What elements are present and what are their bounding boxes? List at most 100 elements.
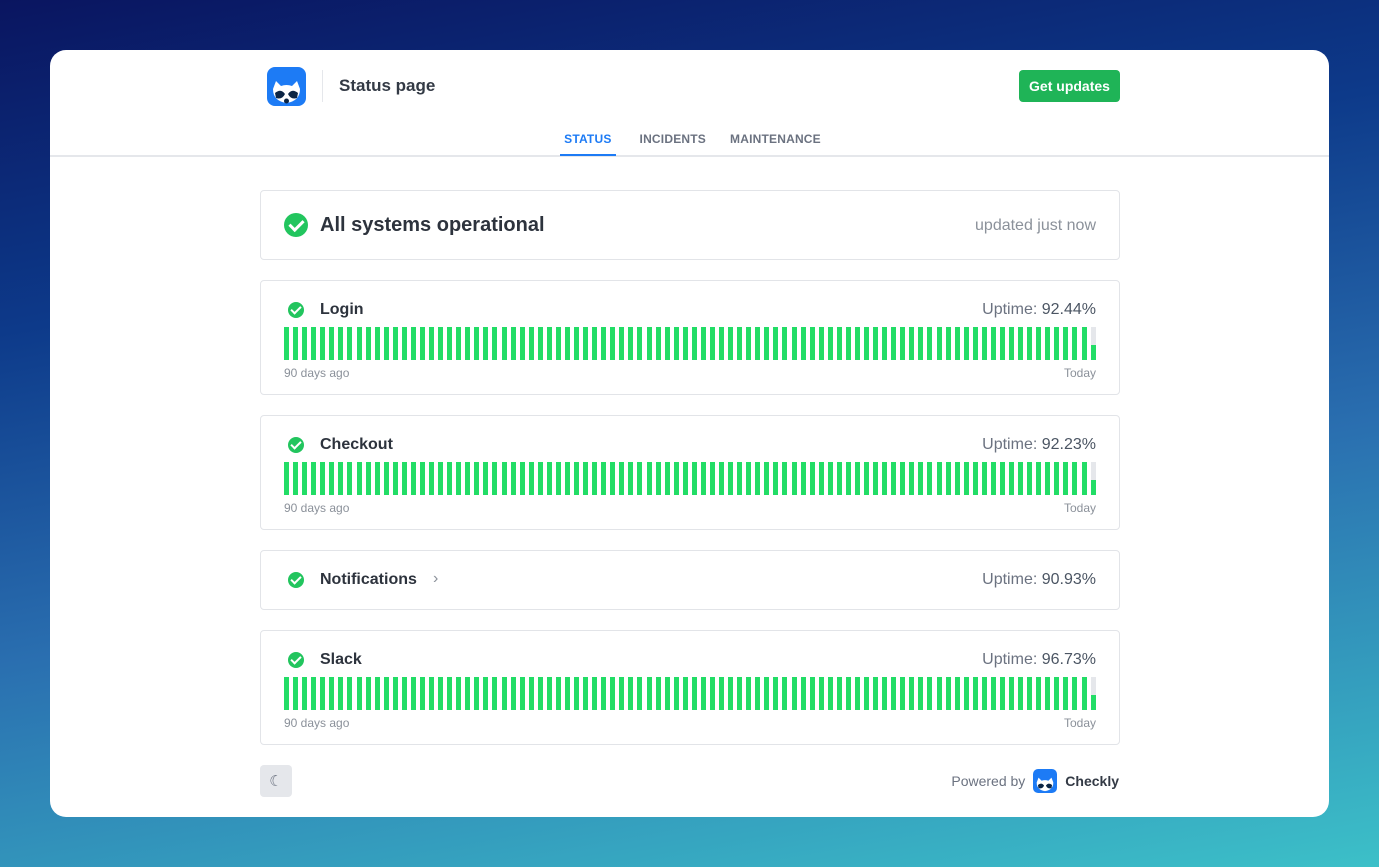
uptime-day-bar[interactable] (429, 677, 434, 710)
uptime-day-bar[interactable] (972, 462, 978, 495)
uptime-day-bar[interactable] (936, 677, 942, 710)
uptime-day-bar[interactable] (320, 327, 326, 360)
uptime-day-bar[interactable] (619, 462, 625, 495)
uptime-day-bar[interactable] (755, 327, 761, 360)
uptime-day-bar[interactable] (1009, 462, 1014, 495)
uptime-day-bar[interactable] (981, 677, 987, 710)
uptime-day-bar[interactable] (891, 677, 897, 710)
uptime-day-bar[interactable] (646, 462, 652, 495)
uptime-day-bar[interactable] (419, 677, 425, 710)
uptime-day-bar[interactable] (356, 462, 362, 495)
uptime-day-bar[interactable] (963, 677, 969, 710)
uptime-day-bar[interactable] (782, 327, 788, 360)
uptime-day-bar[interactable] (465, 327, 471, 360)
uptime-day-bar[interactable] (945, 462, 951, 495)
chevron-right-icon[interactable]: › (433, 570, 438, 588)
uptime-day-bar[interactable] (963, 462, 969, 495)
uptime-day-bar[interactable] (1090, 677, 1096, 710)
uptime-day-bar[interactable] (1018, 462, 1024, 495)
uptime-day-bar[interactable] (800, 677, 806, 710)
uptime-day-bar[interactable] (873, 677, 879, 710)
uptime-day-bar[interactable] (438, 462, 444, 495)
uptime-day-bar[interactable] (728, 677, 734, 710)
uptime-day-bar[interactable] (474, 327, 480, 360)
uptime-day-bar[interactable] (746, 677, 752, 710)
uptime-day-bar[interactable] (628, 677, 634, 710)
uptime-day-bar[interactable] (347, 462, 353, 495)
uptime-day-bar[interactable] (1027, 462, 1033, 495)
uptime-day-bar[interactable] (637, 677, 643, 710)
uptime-day-bar[interactable] (329, 462, 335, 495)
uptime-day-bar[interactable] (1045, 462, 1051, 495)
uptime-day-bar[interactable] (646, 327, 652, 360)
uptime-day-bar[interactable] (854, 462, 860, 495)
uptime-day-bar[interactable] (864, 677, 869, 710)
uptime-day-bar[interactable] (882, 327, 888, 360)
uptime-day-bar[interactable] (583, 462, 589, 495)
uptime-day-bar[interactable] (791, 677, 797, 710)
uptime-day-bar[interactable] (864, 462, 869, 495)
uptime-day-bar[interactable] (1090, 327, 1096, 360)
uptime-day-bar[interactable] (954, 677, 960, 710)
uptime-day-bar[interactable] (764, 677, 770, 710)
uptime-day-bar[interactable] (546, 462, 552, 495)
uptime-day-bar[interactable] (918, 677, 924, 710)
uptime-day-bar[interactable] (773, 677, 779, 710)
uptime-day-bar[interactable] (510, 677, 516, 710)
uptime-day-bar[interactable] (655, 327, 661, 360)
uptime-day-bar[interactable] (492, 677, 498, 710)
uptime-day-bar[interactable] (1072, 462, 1078, 495)
uptime-day-bar[interactable] (546, 677, 552, 710)
uptime-day-bar[interactable] (537, 462, 543, 495)
theme-toggle-button[interactable]: ☾ (260, 765, 292, 797)
uptime-day-bar[interactable] (646, 677, 652, 710)
uptime-day-bar[interactable] (782, 462, 788, 495)
uptime-day-bar[interactable] (882, 677, 888, 710)
uptime-day-bar[interactable] (338, 677, 344, 710)
uptime-day-bar[interactable] (610, 327, 616, 360)
uptime-day-bar[interactable] (655, 677, 661, 710)
uptime-day-bar[interactable] (610, 462, 616, 495)
uptime-day-bar[interactable] (1081, 462, 1087, 495)
uptime-day-bar[interactable] (619, 327, 625, 360)
uptime-day-bar[interactable] (583, 677, 589, 710)
uptime-day-bar[interactable] (284, 462, 289, 495)
uptime-day-bar[interactable] (1018, 677, 1024, 710)
uptime-day-bar[interactable] (492, 327, 498, 360)
uptime-day-bar[interactable] (999, 462, 1005, 495)
uptime-day-bar[interactable] (347, 677, 353, 710)
uptime-day-bar[interactable] (764, 327, 770, 360)
uptime-day-bar[interactable] (936, 327, 942, 360)
powered-by[interactable]: Powered by Checkly (951, 769, 1119, 793)
uptime-day-bar[interactable] (293, 327, 299, 360)
uptime-day-bar[interactable] (519, 462, 525, 495)
uptime-day-bar[interactable] (891, 462, 897, 495)
uptime-day-bar[interactable] (737, 677, 743, 710)
uptime-day-bar[interactable] (809, 327, 815, 360)
uptime-day-bar[interactable] (854, 677, 860, 710)
uptime-day-bar[interactable] (410, 677, 416, 710)
uptime-day-bar[interactable] (927, 327, 933, 360)
uptime-day-bar[interactable] (845, 462, 851, 495)
uptime-day-bar[interactable] (574, 462, 579, 495)
uptime-day-bar[interactable] (483, 462, 489, 495)
uptime-day-bar[interactable] (374, 462, 380, 495)
uptime-day-bar[interactable] (1027, 327, 1033, 360)
uptime-day-bar[interactable] (383, 677, 389, 710)
uptime-day-bar[interactable] (447, 327, 453, 360)
uptime-day-bar[interactable] (773, 462, 779, 495)
uptime-day-bar[interactable] (555, 677, 561, 710)
uptime-day-bar[interactable] (746, 327, 752, 360)
uptime-day-bar[interactable] (809, 677, 815, 710)
uptime-day-bar[interactable] (365, 677, 371, 710)
uptime-day-bar[interactable] (583, 327, 589, 360)
uptime-day-bar[interactable] (1063, 462, 1069, 495)
uptime-day-bar[interactable] (365, 327, 371, 360)
uptime-day-bar[interactable] (791, 327, 797, 360)
uptime-day-bar[interactable] (311, 462, 317, 495)
uptime-day-bar[interactable] (329, 327, 335, 360)
uptime-day-bar[interactable] (709, 327, 715, 360)
uptime-day-bar[interactable] (302, 327, 308, 360)
uptime-day-bar[interactable] (827, 327, 833, 360)
uptime-day-bar[interactable] (628, 327, 634, 360)
